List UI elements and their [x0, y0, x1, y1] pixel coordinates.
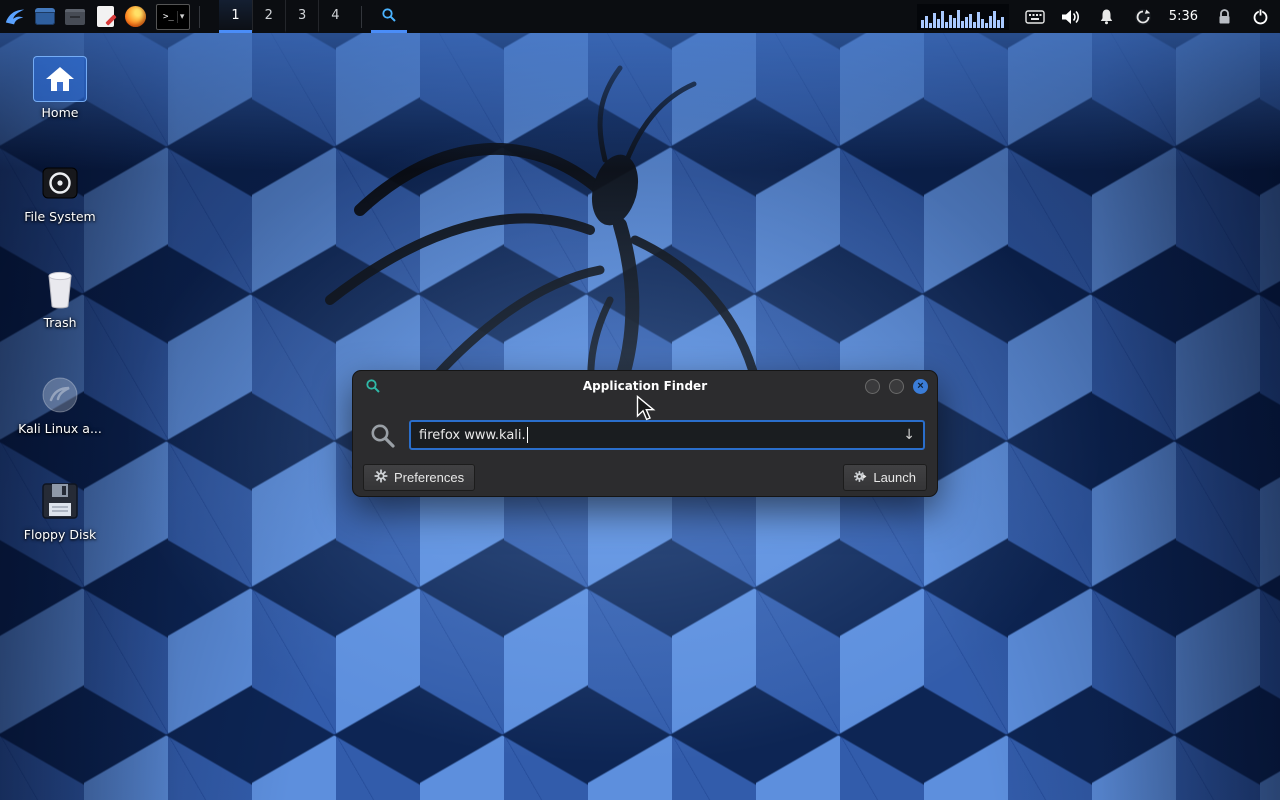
preferences-label: Preferences [394, 470, 464, 485]
workspace-2[interactable]: 2 [252, 0, 285, 33]
workspace-2-label: 2 [265, 8, 273, 23]
desktop-icon-floppy[interactable]: Floppy Disk [8, 478, 112, 542]
kali-menu-button[interactable] [0, 0, 30, 33]
folder-launcher[interactable] [60, 0, 90, 33]
text-editor-icon [97, 6, 114, 27]
folder-icon [65, 9, 85, 25]
application-finder-window: Application Finder × firefox www.kali. ↓ [352, 370, 938, 497]
desktop-icon-label: Floppy Disk [8, 528, 112, 542]
volume-icon [1061, 9, 1080, 25]
preferences-button[interactable]: Preferences [363, 464, 475, 491]
file-manager-launcher[interactable] [30, 0, 60, 33]
desktop-icon-file-system[interactable]: File System [8, 160, 112, 224]
workspace-4-label: 4 [331, 8, 339, 23]
launch-label: Launch [873, 470, 916, 485]
volume-indicator[interactable] [1061, 7, 1081, 27]
search-row: firefox www.kali. ↓ [369, 420, 925, 450]
desktop-icon-label: Home [8, 106, 112, 120]
desktop-icon-label: Kali Linux a... [8, 422, 112, 436]
text-caret [527, 427, 528, 443]
firefox-launcher[interactable] [120, 0, 150, 33]
system-monitor-graph[interactable] [917, 4, 1009, 30]
history-dropdown-icon[interactable]: ↓ [903, 427, 915, 443]
logout-indicator[interactable] [1250, 7, 1270, 27]
appfinder-window-icon [365, 378, 381, 398]
panel-separator [199, 6, 200, 28]
workspace-switcher: 1 2 3 4 [219, 0, 351, 33]
top-panel: >_ ▾ 1 2 3 4 [0, 0, 1280, 33]
keyboard-indicator[interactable] [1025, 7, 1045, 27]
panel-indicators: 5:36 [917, 4, 1280, 30]
panel-separator [361, 6, 362, 28]
firefox-icon [125, 6, 146, 27]
clock[interactable]: 5:36 [1169, 9, 1198, 24]
screen-lock-indicator[interactable] [1214, 7, 1234, 27]
workspace-4[interactable]: 4 [318, 0, 351, 33]
desktop-icon-trash[interactable]: Trash [8, 266, 112, 330]
taskbar-appfinder-wrap [371, 0, 407, 33]
desktop-icon-label: Trash [8, 316, 112, 330]
close-button[interactable]: × [913, 379, 928, 394]
minimize-button[interactable] [865, 379, 880, 394]
window-title: Application Finder [353, 379, 937, 393]
text-editor-launcher[interactable] [90, 0, 120, 33]
titlebar[interactable]: Application Finder × [353, 371, 937, 401]
terminal-icon: >_ [160, 11, 178, 23]
trash-icon [33, 266, 87, 312]
button-row: Preferences Launch [363, 464, 927, 491]
close-icon: × [917, 381, 923, 392]
appfinder-task-icon [381, 7, 397, 23]
lock-icon [1217, 8, 1232, 25]
maximize-button[interactable] [889, 379, 904, 394]
desktop-icon-label: File System [8, 210, 112, 224]
search-icon [369, 422, 396, 449]
refresh-circle-icon [1134, 8, 1152, 26]
kali-logo-icon [4, 6, 26, 28]
power-icon [1252, 8, 1269, 25]
home-icon [33, 56, 87, 102]
launch-button[interactable]: Launch [843, 464, 927, 491]
terminal-launcher[interactable]: >_ ▾ [156, 4, 190, 30]
bell-icon [1098, 8, 1115, 25]
desktop-icon-kali-docs[interactable]: Kali Linux a... [8, 372, 112, 436]
gear-icon [374, 469, 388, 486]
workspace-1-label: 1 [231, 8, 239, 23]
notifications-indicator[interactable] [1097, 7, 1117, 27]
search-input[interactable]: firefox www.kali. ↓ [409, 420, 925, 450]
launch-icon [854, 470, 867, 486]
floppy-disk-icon [33, 478, 87, 524]
cpu-graph-icon [921, 8, 1005, 28]
keyboard-icon [1025, 10, 1045, 24]
file-manager-icon [35, 8, 55, 25]
kali-docs-icon [33, 372, 87, 418]
workspace-3[interactable]: 3 [285, 0, 318, 33]
chevron-down-icon: ▾ [178, 12, 187, 22]
updates-indicator[interactable] [1133, 7, 1153, 27]
window-controls: × [865, 379, 928, 394]
search-input-value: firefox www.kali. [419, 428, 526, 443]
desktop-root: { "panel": { "workspaces": ["1", "2", "3… [0, 0, 1280, 800]
workspace-3-label: 3 [298, 8, 306, 23]
file-system-icon [33, 160, 87, 206]
desktop-icon-home[interactable]: Home [8, 56, 112, 120]
taskbar-appfinder-button[interactable] [374, 3, 404, 27]
workspace-1[interactable]: 1 [219, 0, 251, 33]
